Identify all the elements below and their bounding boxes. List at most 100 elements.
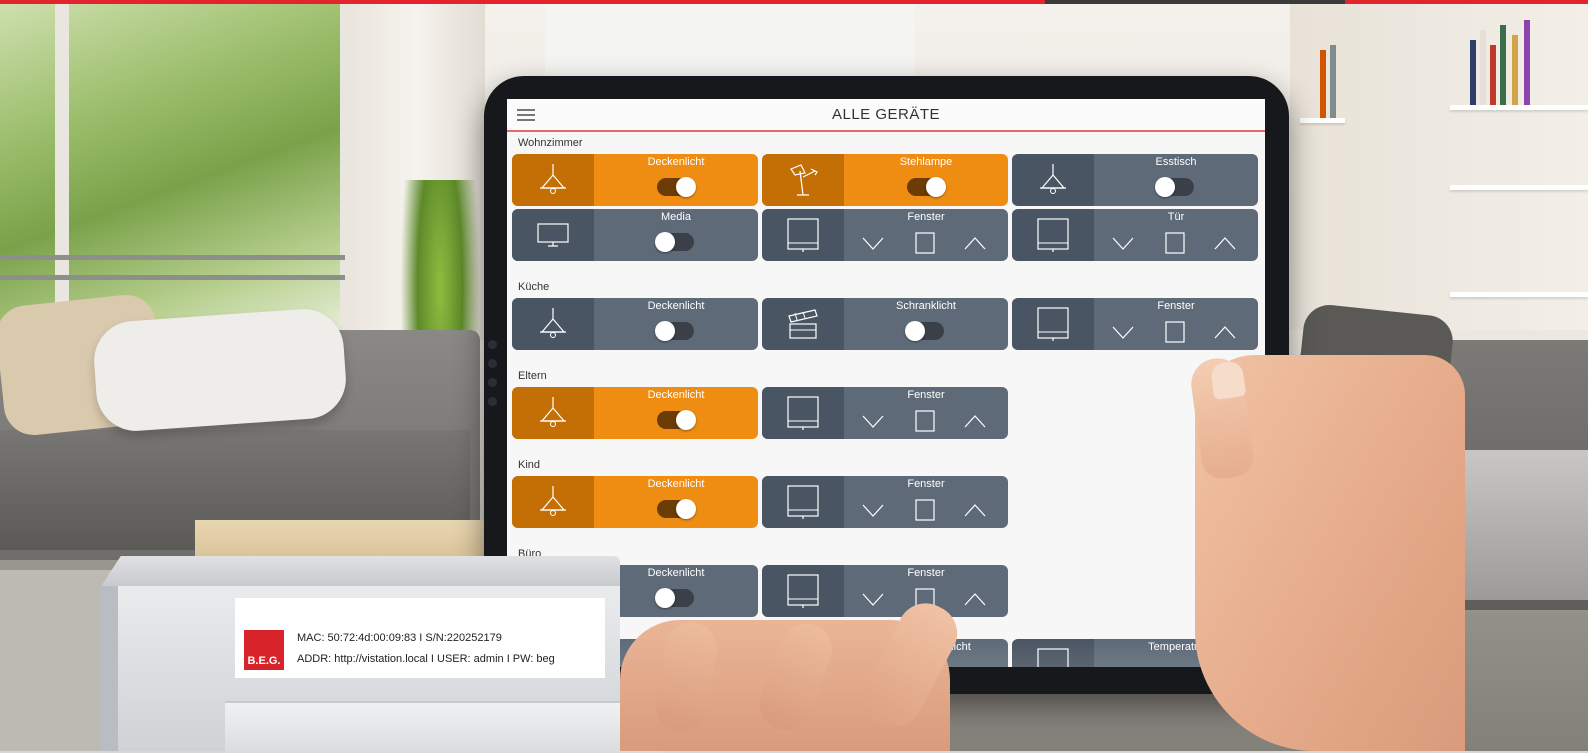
ceiling-lamp-icon [512,298,594,350]
toggle-knob [676,410,696,430]
device-tile[interactable]: Fenster [762,387,1008,439]
blind-stop-button[interactable] [1163,320,1187,344]
power-toggle[interactable] [655,321,694,341]
toggle-knob [1155,177,1175,197]
top-accent-bar [1345,0,1588,4]
toggle-knob [926,177,946,197]
power-toggle[interactable] [657,177,696,197]
blind-down-button[interactable] [861,587,885,611]
book [1512,35,1518,105]
room-label-kind: Kind [518,459,541,471]
window-frame [55,0,69,330]
device-name: Fenster [907,389,945,401]
device-name: Fenster [907,567,945,579]
toggle-knob [905,321,925,341]
power-toggle[interactable] [1155,177,1194,197]
device-name: Deckenlicht [647,478,705,490]
blind-stop-button[interactable] [913,409,937,433]
blind-stop-button[interactable] [913,498,937,522]
room-label-küche: Küche [518,281,550,293]
blind-up-button[interactable] [963,498,987,522]
toggle-knob [655,232,675,252]
ceiling-lamp-icon [512,154,594,206]
window-blind-icon [762,387,844,439]
book [1490,45,1496,105]
ceiling-lamp-icon [512,387,594,439]
device-name: Media [661,211,691,223]
tablet-camera [488,340,500,430]
shelf-board [1450,105,1588,110]
window-blind-icon [1012,298,1094,350]
device-tile[interactable]: Deckenlicht [512,476,758,528]
device-name: Esstisch [1155,156,1197,168]
room-label-eltern: Eltern [518,370,547,382]
device-tile[interactable]: Deckenlicht [512,154,758,206]
device-access-info: ADDR: http://vistation.local I USER: adm… [297,653,555,665]
balcony-rail [0,275,350,280]
book [1320,50,1326,118]
device-name: Deckenlicht [647,156,705,168]
blind-up-button[interactable] [963,231,987,255]
device-tile[interactable]: Deckenlicht [512,298,758,350]
device-name: Stehlampe [899,156,953,168]
ceiling-lamp-icon [512,476,594,528]
beg-logo: B.E.G. [244,630,284,670]
window-blind-icon [1012,209,1094,261]
toggle-knob [676,499,696,519]
device-tile[interactable]: Deckenlicht [512,387,758,439]
power-toggle[interactable] [657,499,696,519]
device-name: Deckenlicht [647,300,705,312]
top-accent-bar [1045,0,1345,4]
device-tile[interactable]: Fenster [762,209,1008,261]
blind-up-button[interactable] [1213,320,1237,344]
blind-down-button[interactable] [861,498,885,522]
book [1500,25,1506,105]
blind-down-button[interactable] [1111,231,1135,255]
blind-down-button[interactable] [861,231,885,255]
coffee-table [195,520,495,560]
blind-up-button[interactable] [963,409,987,433]
blind-stop-button[interactable] [913,231,937,255]
device-name: Deckenlicht [647,389,705,401]
power-toggle[interactable] [655,232,694,252]
power-toggle[interactable] [907,177,946,197]
tv-icon [512,209,594,261]
balcony-rail [0,255,350,260]
device-tile[interactable]: Schranklicht [762,298,1008,350]
device-name: Fenster [907,211,945,223]
blind-stop-button[interactable] [1163,231,1187,255]
blind-down-button[interactable] [861,409,885,433]
device-lower-module [225,701,663,753]
device-tile[interactable]: Media [512,209,758,261]
shelf-board [1300,118,1345,123]
blind-up-button[interactable] [963,587,987,611]
toggle-knob [655,321,675,341]
garden-window [0,0,350,330]
device-tile[interactable]: Fenster [762,476,1008,528]
power-toggle[interactable] [655,588,694,608]
blind-up-button[interactable] [1213,231,1237,255]
device-tile[interactable]: Esstisch [1012,154,1258,206]
device-label: B.E.G. MAC: 50:72:4d:00:09:83 I S/N:2202… [235,598,605,678]
power-toggle[interactable] [657,410,696,430]
device-side [100,586,118,751]
book [1330,45,1336,118]
device-mac-serial: MAC: 50:72:4d:00:09:83 I S/N:220252179 [297,632,502,644]
device-tile[interactable]: Fenster [1012,298,1258,350]
toggle-knob [676,177,696,197]
app-screen: ALLE GERÄTE Wohnzimmer Deckenlicht Stehlam… [507,99,1265,667]
device-tile[interactable]: Tür [1012,209,1258,261]
device-tile[interactable]: Fenster [762,565,1008,617]
book [1524,20,1530,105]
cushion [91,306,349,434]
room-label-wohnzimmer: Wohnzimmer [518,137,583,149]
device-name: Schranklicht [896,300,956,312]
power-toggle[interactable] [905,321,944,341]
top-accent-bar [0,0,1045,4]
window-blind-icon [762,565,844,617]
device-tile[interactable]: Stehlampe [762,154,1008,206]
device-name: Tür [1167,211,1185,223]
ceiling-lamp-icon [1012,154,1094,206]
window-blind-icon [762,209,844,261]
blind-down-button[interactable] [1111,320,1135,344]
